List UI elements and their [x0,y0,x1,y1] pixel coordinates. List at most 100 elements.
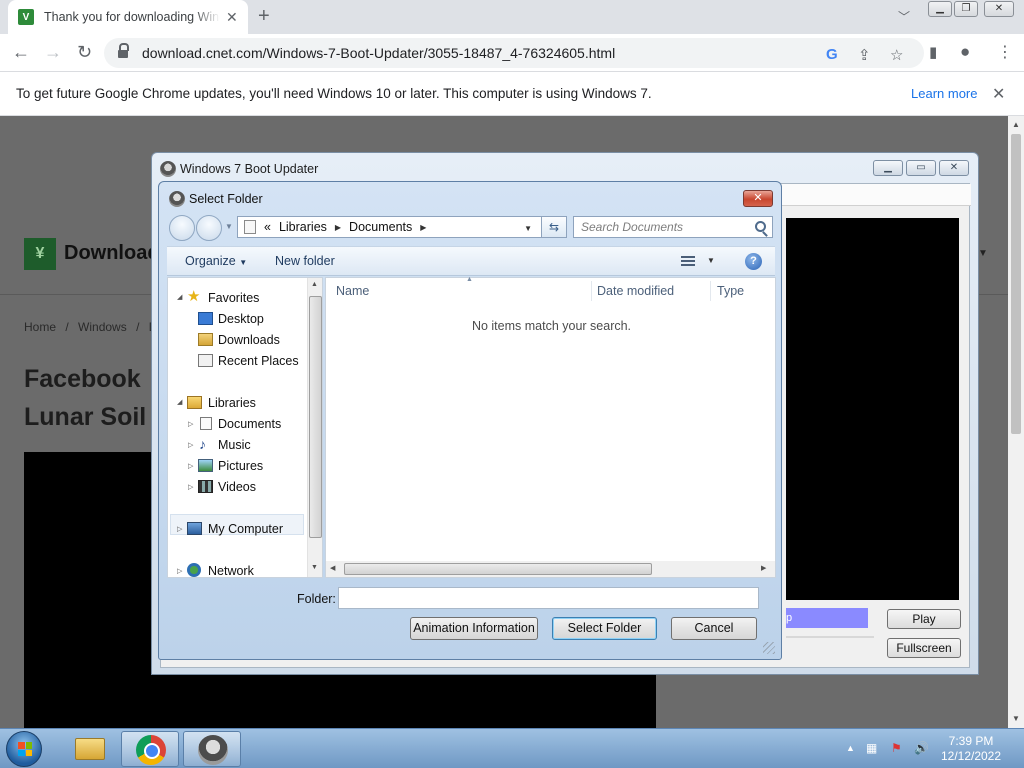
nav-pane-scrollbar[interactable]: ▲ ▼ [307,278,322,577]
menu-kebab-icon[interactable]: ⋮ [997,42,1013,62]
search-icon[interactable] [755,221,766,232]
address-bar[interactable]: download.cnet.com/Windows-7-Boot-Updater… [104,38,924,68]
expand-videos-icon[interactable]: ▷ [188,483,193,491]
collapse-favorites-icon[interactable]: ◢ [177,293,182,301]
address-chevron-icon[interactable]: ▶ [335,223,341,232]
download-logo-icon[interactable]: ¥ [24,238,56,270]
boot-updater-close-button[interactable]: ✕ [939,160,969,176]
search-input[interactable]: Search Documents [573,216,773,238]
google-lens-icon[interactable]: G [826,46,838,63]
scroll-down-arrow-icon[interactable]: ▼ [1012,714,1020,723]
column-header-name[interactable]: Name [336,284,369,298]
browser-tab[interactable]: V Thank you for downloading Windows 7 Bo… [8,0,248,34]
address-dropdown-icon[interactable]: ▼ [524,224,532,233]
new-folder-button[interactable]: New folder [275,254,335,268]
nav-scroll-up-icon[interactable]: ▲ [311,281,318,288]
scroll-left-icon[interactable]: ◀ [330,564,335,572]
nav-item-favorites[interactable]: Favorites [208,291,259,305]
nav-item-recent-places[interactable]: Recent Places [218,354,299,368]
collapse-libraries-icon[interactable]: ◢ [177,398,182,406]
fullscreen-button[interactable]: Fullscreen [887,638,961,658]
profile-avatar-icon[interactable]: ● [960,42,970,62]
start-button[interactable] [6,731,42,767]
share-icon[interactable]: ⇪ [858,46,871,64]
column-header-date-modified[interactable]: Date modified [597,284,674,298]
nav-item-desktop[interactable]: Desktop [218,312,264,326]
nav-item-libraries[interactable]: Libraries [208,396,256,410]
nav-item-documents[interactable]: Documents [218,417,281,431]
scroll-right-icon[interactable]: ▶ [761,564,766,572]
address-crumb-documents[interactable]: Documents [349,220,412,234]
taskbar-explorer[interactable] [60,731,118,767]
close-window-button[interactable]: ✕ [984,1,1014,17]
expand-my-computer-icon[interactable]: ▷ [177,525,182,533]
address-crumb-libraries[interactable]: Libraries [279,220,327,234]
forward-arrow-icon[interactable]: → [44,42,62,63]
column-divider[interactable] [591,281,592,301]
nav-item-network[interactable]: Network [208,564,254,578]
dialog-address-bar[interactable]: « Libraries ▶ Documents ▶ ▼ [237,216,567,238]
cancel-button[interactable]: Cancel [671,617,757,640]
folder-name-input[interactable] [338,587,759,609]
nav-item-videos[interactable]: Videos [218,480,256,494]
address-overflow[interactable]: « [264,220,271,234]
file-list-horizontal-scrollbar[interactable]: ◀ ▶ [326,561,775,577]
lock-icon[interactable] [118,43,129,59]
nav-item-downloads[interactable]: Downloads [218,333,280,347]
expand-network-icon[interactable]: ▷ [177,567,182,575]
taskbar-boot-updater[interactable] [183,731,241,767]
nav-item-my-computer[interactable]: My Computer [208,522,283,536]
nav-pane-scroll-thumb[interactable] [309,296,322,538]
system-clock[interactable]: 7:39 PM 12/12/2022 [930,734,1012,764]
view-options-icon[interactable] [681,256,695,267]
play-button[interactable]: Play [887,609,961,629]
nav-item-pictures[interactable]: Pictures [218,459,263,473]
expand-music-icon[interactable]: ▷ [188,441,193,449]
view-dropdown-icon[interactable]: ▼ [707,256,715,265]
taskbar-chrome[interactable] [121,731,179,767]
learn-more-link[interactable]: Learn more [911,86,977,101]
side-panel-icon[interactable]: ▮ [929,43,937,61]
infobar-close-icon[interactable]: ✕ [992,84,1005,104]
expand-documents-icon[interactable]: ▷ [188,420,193,428]
recent-pages-dropdown-icon[interactable]: ▼ [225,222,233,231]
bookmark-star-icon[interactable]: ☆ [890,46,903,64]
page-scroll-thumb[interactable] [1011,134,1021,434]
network-tray-icon[interactable]: ▦ [866,741,877,755]
minimize-button[interactable]: ▁ [928,1,952,17]
breadcrumb-home[interactable]: Home [24,320,56,334]
help-icon[interactable]: ? [745,253,762,270]
reload-icon[interactable]: ↻ [77,42,92,63]
show-hidden-icons-chevron-icon[interactable]: ▲ [846,743,855,753]
nav-scroll-down-icon[interactable]: ▼ [311,564,318,571]
back-arrow-icon[interactable]: ← [12,42,30,63]
column-header-type[interactable]: Type [717,284,744,298]
resize-grip[interactable] [763,642,775,654]
dialog-close-button[interactable]: ✕ [743,190,773,207]
url-text[interactable]: download.cnet.com/Windows-7-Boot-Updater… [142,45,615,61]
site-logo-text[interactable]: Download [64,242,160,265]
tab-close-icon[interactable]: ✕ [226,9,238,26]
page-dropdown-caret-icon[interactable]: ▼ [978,248,988,259]
address-chevron-icon[interactable]: ▶ [420,223,426,232]
breadcrumb-windows[interactable]: Windows [78,320,127,334]
animation-information-button[interactable]: Animation Information [410,617,538,640]
volume-icon[interactable]: 🔊 [914,741,929,755]
horizontal-scroll-thumb[interactable] [344,563,652,575]
tab-search-chevron-icon[interactable]: ﹀ [898,8,910,25]
select-folder-button[interactable]: Select Folder [552,617,657,640]
boot-updater-minimize-button[interactable]: ▁ [873,160,903,176]
scroll-up-arrow-icon[interactable]: ▲ [1012,120,1020,129]
page-scrollbar[interactable]: ▲ ▼ [1008,116,1024,728]
boot-updater-maximize-button[interactable]: ▭ [906,160,936,176]
dialog-back-button[interactable] [169,215,195,241]
new-tab-icon[interactable]: + [258,5,270,28]
expand-pictures-icon[interactable]: ▷ [188,462,193,470]
restore-button[interactable]: ❐ [954,1,978,17]
organize-button[interactable]: Organize ▼ [185,254,247,268]
nav-item-music[interactable]: Music [218,438,251,452]
action-center-flag-icon[interactable]: ⚑ [891,741,902,755]
dialog-forward-button[interactable] [196,215,222,241]
refresh-icon[interactable]: ⇆ [541,216,567,238]
column-divider[interactable] [710,281,711,301]
